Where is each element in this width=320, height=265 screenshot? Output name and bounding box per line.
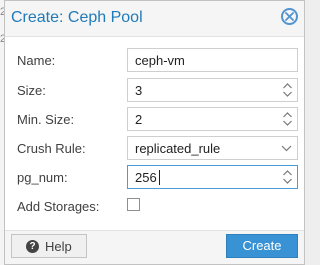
dialog-titlebar: Create: Ceph Pool — [5, 1, 304, 37]
question-circle-icon: ? — [26, 240, 39, 253]
crush-rule-row: Crush Rule: replicated_rule — [17, 136, 298, 160]
text-cursor — [159, 170, 160, 185]
pg-num-label: pg_num: — [17, 170, 68, 185]
name-row: Name: ceph-vm — [17, 48, 298, 72]
chevron-down-icon[interactable] — [281, 144, 292, 152]
help-label: Help — [45, 239, 72, 254]
pg-num-spinner[interactable]: 256 — [127, 165, 298, 189]
name-input[interactable]: ceph-vm — [127, 48, 298, 72]
spinner-updown-icon[interactable] — [282, 111, 293, 127]
help-button[interactable]: ? Help — [11, 234, 87, 258]
spinner-updown-icon[interactable] — [282, 82, 293, 98]
crush-rule-label: Crush Rule: — [17, 141, 86, 156]
size-spinner[interactable]: 3 — [127, 78, 298, 102]
create-button[interactable]: Create — [226, 234, 298, 258]
size-value: 3 — [135, 83, 143, 98]
crush-rule-value: replicated_rule — [135, 141, 221, 156]
create-ceph-pool-dialog: Create: Ceph Pool Name: ceph-vm Size: 3 … — [4, 0, 305, 265]
min-size-value: 2 — [135, 112, 143, 127]
add-storages-checkbox[interactable] — [127, 198, 140, 211]
dialog-footer: ? Help Create — [5, 230, 304, 264]
dialog-title: Create: Ceph Pool — [11, 9, 143, 26]
close-icon[interactable] — [281, 8, 298, 25]
size-row: Size: 3 — [17, 78, 298, 102]
pg-num-value: 256 — [135, 170, 157, 185]
min-size-label: Min. Size: — [17, 112, 75, 127]
pg-num-row: pg_num: 256 — [17, 165, 298, 189]
size-label: Size: — [17, 83, 46, 98]
add-storages-row: Add Storages: — [17, 194, 297, 218]
spinner-updown-icon[interactable] — [282, 169, 293, 185]
name-value: ceph-vm — [135, 53, 185, 68]
name-label: Name: — [17, 53, 56, 68]
min-size-row: Min. Size: 2 — [17, 107, 298, 131]
min-size-spinner[interactable]: 2 — [127, 107, 298, 131]
add-storages-label: Add Storages: — [17, 199, 100, 214]
crush-rule-select[interactable]: replicated_rule — [127, 136, 298, 160]
